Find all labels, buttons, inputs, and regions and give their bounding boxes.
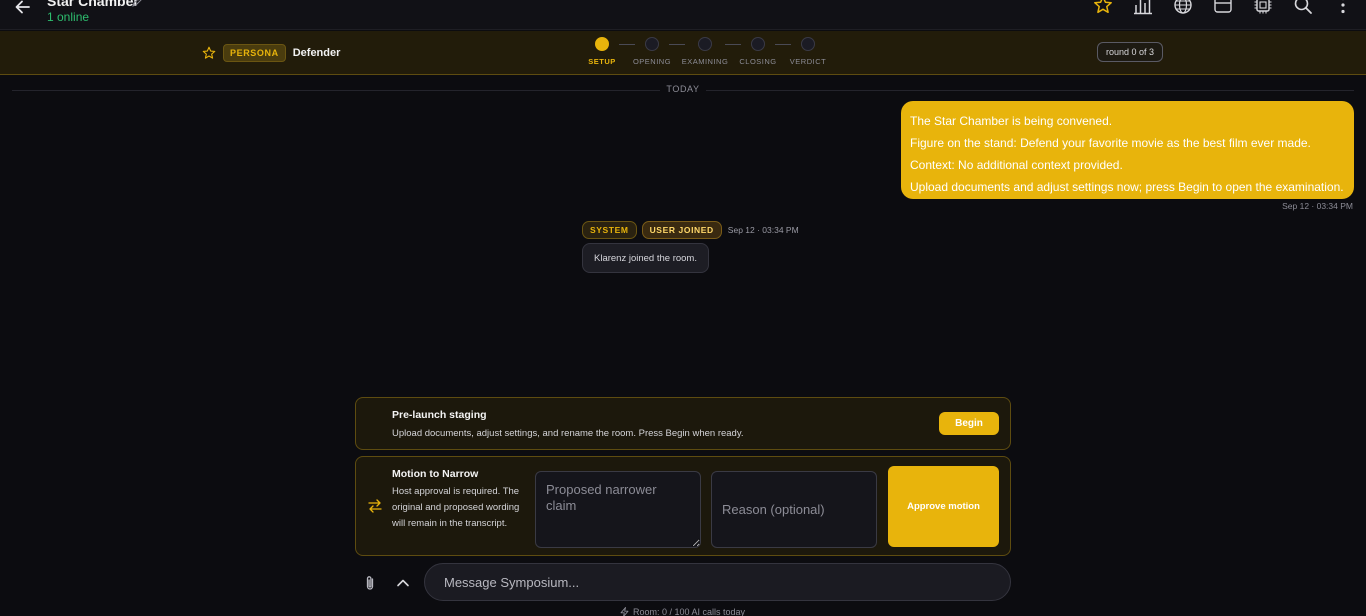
phase-dot [801, 37, 815, 51]
phase-connector [669, 44, 685, 45]
phase-bar: PERSONA Defender SETUP OPENING EXAMINING… [0, 31, 1366, 75]
ai-quota: Room: 0 / 100 AI calls today [620, 607, 745, 616]
online-count: 1 online [47, 10, 90, 24]
chip-icon [1254, 0, 1272, 14]
phase-label: EXAMINING [681, 57, 729, 66]
phase-connector [725, 44, 741, 45]
phase-opening: OPENING [632, 37, 672, 66]
phase-dot [698, 37, 712, 51]
system-tag: SYSTEM [582, 221, 637, 239]
reason-input[interactable] [711, 471, 877, 548]
quota-text: Room: 0 / 100 AI calls today [633, 607, 746, 616]
phase-closing: CLOSING [739, 37, 777, 66]
staging-title: Pre-launch staging [392, 409, 487, 421]
phase-label: SETUP [588, 57, 616, 66]
message-input[interactable] [424, 563, 1011, 601]
message-line: Upload documents and adjust settings now… [910, 180, 1344, 194]
archive-button[interactable] [1212, 0, 1234, 16]
narrower-claim-input[interactable] [535, 471, 701, 548]
star-icon [1094, 0, 1112, 14]
bar-chart-icon [1134, 0, 1152, 15]
more-vertical-icon [1341, 0, 1345, 14]
persona-name: Defender [292, 47, 341, 59]
phase-dot [751, 37, 765, 51]
persona-indicator: PERSONA Defender [202, 44, 340, 62]
phase-setup: SETUP [585, 37, 619, 66]
phase-dot [595, 37, 609, 51]
chevron-up-icon [397, 579, 409, 587]
phase-verdict: VERDICT [789, 37, 827, 66]
phase-label: OPENING [632, 57, 672, 66]
message-line: Context: No additional context provided. [910, 158, 1123, 172]
back-button[interactable] [12, 0, 34, 18]
staging-description: Upload documents, adjust settings, and r… [392, 428, 744, 439]
phase-connector [619, 44, 635, 45]
phase-dot [645, 37, 659, 51]
motion-description: Host approval is required. The original … [392, 486, 520, 529]
own-message-bubble: The Star Chamber is being convened. Figu… [901, 101, 1354, 199]
persona-badge: PERSONA [223, 44, 286, 62]
phase-label: CLOSING [739, 57, 777, 66]
motion-title: Motion to Narrow [392, 468, 479, 480]
favorite-button[interactable] [1092, 0, 1114, 16]
divider-label: TODAY [660, 84, 706, 94]
expand-button[interactable] [393, 573, 413, 593]
begin-button[interactable]: Begin [939, 412, 999, 435]
message-line: Figure on the stand: Defend your favorit… [910, 136, 1311, 150]
model-button[interactable] [1252, 0, 1274, 16]
approve-motion-button[interactable]: Approve motion [888, 466, 999, 547]
system-message-bubble: Klarenz joined the room. [582, 243, 709, 273]
card-icon [1214, 0, 1232, 13]
globe-icon [1174, 0, 1192, 14]
phase-label: VERDICT [789, 57, 827, 66]
more-button[interactable] [1332, 0, 1354, 16]
swap-arrows-icon [368, 499, 382, 513]
stats-button[interactable] [1132, 0, 1154, 16]
motion-panel: Motion to Narrow Host approval is requir… [355, 456, 1011, 556]
phase-stepper: SETUP OPENING EXAMINING CLOSING VERDICT [585, 37, 827, 66]
pencil-icon [132, 0, 142, 7]
lightning-icon [620, 607, 629, 616]
search-icon [1294, 0, 1312, 14]
message-line: The Star Chamber is being convened. [910, 114, 1113, 128]
language-button[interactable] [1172, 0, 1194, 16]
room-title: Star Chamber [47, 0, 139, 9]
star-icon [202, 46, 216, 59]
search-button[interactable] [1292, 0, 1314, 16]
edit-title-button[interactable] [132, 0, 142, 12]
attach-button[interactable] [360, 573, 380, 593]
phase-examining: EXAMINING [682, 37, 728, 66]
top-bar: Star Chamber 1 online [0, 0, 1366, 30]
arrow-left-icon [15, 0, 30, 14]
motion-icon-wrap [368, 499, 382, 518]
system-message-header: SYSTEM USER JOINED Sep 12 · 03:34 PM [582, 221, 799, 239]
date-divider: TODAY [12, 84, 1354, 96]
round-counter: round 0 of 3 [1097, 42, 1164, 62]
paperclip-icon [366, 576, 374, 590]
toolbar [1092, 0, 1354, 16]
staging-panel: Pre-launch staging Upload documents, adj… [355, 397, 1011, 450]
system-timestamp: Sep 12 · 03:34 PM [727, 225, 799, 235]
phase-connector [775, 44, 791, 45]
user-joined-tag: USER JOINED [641, 221, 722, 239]
message-timestamp: Sep 12 · 03:34 PM [1282, 201, 1353, 211]
